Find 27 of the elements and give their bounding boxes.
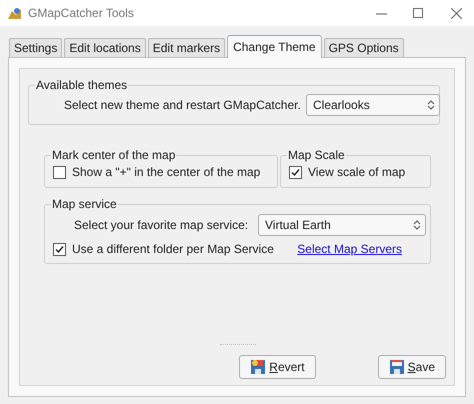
window-title: GMapCatcher Tools: [28, 5, 134, 22]
select-servers-link[interactable]: Select Map Servers: [297, 240, 402, 258]
action-button[interactable]: Save: [378, 355, 446, 379]
app-icon: [7, 6, 22, 20]
tab[interactable]: Edit markers: [148, 38, 226, 57]
checkbox[interactable]: [53, 242, 66, 256]
tab[interactable]: GPS Options: [324, 38, 404, 57]
action-button[interactable]: Revert: [239, 355, 316, 379]
dropdown[interactable]: Clearlooks: [306, 94, 440, 116]
spinner-arrows-icon: [427, 99, 435, 111]
checkbox-label: Use a different folder per Map Service: [72, 241, 274, 258]
tab[interactable]: Change Theme: [227, 35, 322, 58]
group-title: Mark center of the map: [51, 147, 176, 163]
close-icon[interactable]: [451, 8, 462, 18]
maximize-icon[interactable]: [413, 8, 423, 18]
checkbox[interactable]: [53, 166, 66, 178]
tab[interactable]: Settings: [9, 38, 62, 57]
group-title: Map Scale: [287, 147, 346, 163]
dropdown[interactable]: Virtual Earth: [258, 214, 426, 236]
tab[interactable]: Edit locations: [64, 38, 146, 57]
spinner-arrows-icon: [413, 219, 421, 231]
theme-prompt: Select new theme and restart GMapCatcher.: [64, 97, 301, 114]
service-prompt: Select your favorite map service:: [74, 217, 248, 234]
group-title: Map service: [51, 196, 118, 212]
checkbox-label: View scale of map: [308, 164, 406, 181]
checkbox[interactable]: [289, 166, 302, 178]
checkbox-label: Show a "+" in the center of the map: [72, 164, 260, 181]
